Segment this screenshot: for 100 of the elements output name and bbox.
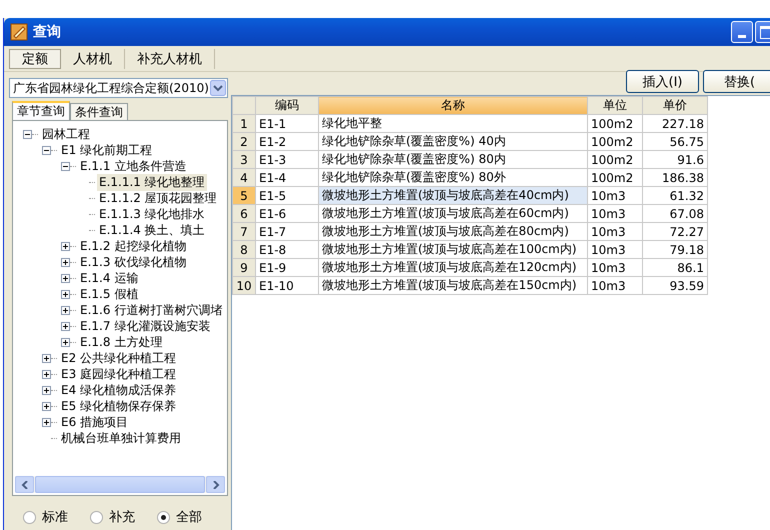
tab[interactable]: 章节查询 (12, 101, 70, 120)
expand-toggle-icon[interactable] (61, 258, 70, 266)
table-cell: 绿化地铲除杂草(覆盖密度%) 80内 (318, 150, 588, 168)
table-cell: E1-8 (256, 240, 318, 258)
table-cell: 56.75 (642, 132, 708, 150)
expand-toggle-icon[interactable] (61, 162, 70, 170)
radio-button[interactable] (23, 510, 36, 524)
app-icon (10, 23, 28, 41)
table-cell: 10m3 (588, 222, 642, 240)
expand-toggle-icon[interactable] (42, 386, 51, 394)
scroll-right-button[interactable] (206, 476, 225, 493)
radio-label[interactable]: 补充 (109, 508, 135, 526)
action-button[interactable]: 插入(I) (626, 70, 699, 93)
tree-item[interactable]: E5 绿化植物保存保养 (59, 398, 178, 414)
row-number[interactable]: 6 (232, 204, 256, 222)
radio-button[interactable] (90, 510, 103, 524)
table-cell: 10m3 (588, 204, 642, 222)
tree-item[interactable]: 园林工程 (40, 126, 92, 142)
tree-item[interactable]: E.1.1.2 屋顶花园整理 (97, 190, 219, 206)
expand-toggle-icon[interactable] (42, 370, 51, 378)
tree-item[interactable]: E.1.1.4 换土、填土 (97, 222, 207, 238)
tree-item[interactable]: E6 措施项目 (59, 414, 130, 430)
row-number[interactable]: 9 (232, 258, 256, 276)
table-cell: 227.18 (642, 114, 708, 132)
row-number[interactable]: 10 (232, 276, 256, 294)
expand-toggle-icon[interactable] (61, 338, 70, 346)
row-number[interactable]: 4 (232, 168, 256, 186)
table-cell: E1-3 (256, 150, 318, 168)
expand-toggle-icon[interactable] (61, 290, 70, 298)
tree-item[interactable]: E.1.1.3 绿化地排水 (97, 206, 207, 222)
tab[interactable]: 定额 (9, 49, 61, 69)
tree-item[interactable]: E.1.5 假植 (78, 286, 140, 302)
tab[interactable]: 条件查询 (70, 103, 128, 120)
action-button[interactable]: 替换( (703, 70, 770, 93)
tree-item[interactable]: E.1.7 绿化灌溉设施安装 (78, 318, 212, 334)
table-cell: 79.18 (642, 240, 708, 258)
tree-item[interactable]: E.1.3 砍伐绿化植物 (78, 254, 188, 270)
radio-button[interactable] (157, 510, 170, 524)
row-number[interactable]: 8 (232, 240, 256, 258)
table-cell: 10m3 (588, 186, 642, 204)
expand-toggle-icon[interactable] (42, 354, 51, 362)
tree-item[interactable]: E3 庭园绿化种植工程 (59, 366, 178, 382)
dropdown[interactable]: 广东省园林绿化工程综合定额(2010) (9, 78, 228, 98)
table-cell: 91.6 (642, 150, 708, 168)
tree-item[interactable]: E4 绿化植物成活保养 (59, 382, 178, 398)
expand-toggle-icon[interactable] (42, 146, 51, 154)
table-cell: 微坡地形土方堆置(坡顶与坡底高差在150cm内) (318, 276, 588, 294)
tab[interactable]: 人材机 (61, 49, 125, 69)
table-cell: E1-4 (256, 168, 318, 186)
tree-item[interactable]: E1 绿化前期工程 (59, 142, 154, 158)
tree-item[interactable]: E.1.8 土方处理 (78, 334, 164, 350)
horizontal-scrollbar[interactable] (15, 476, 225, 493)
expand-toggle-icon[interactable] (61, 274, 70, 282)
tab[interactable]: 补充人材机 (125, 49, 215, 69)
column-header[interactable]: 名称 (318, 96, 588, 114)
row-number[interactable]: 5 (232, 186, 256, 204)
table-cell: E1-1 (256, 114, 318, 132)
column-header[interactable]: 单位 (588, 96, 642, 114)
scroll-thumb[interactable] (35, 476, 205, 493)
minimize-button[interactable] (731, 21, 753, 43)
table-cell: 100m2 (588, 132, 642, 150)
table-cell: 10m3 (588, 258, 642, 276)
column-header[interactable]: 编码 (256, 96, 318, 114)
tree-item[interactable]: 机械台班单独计算费用 (59, 430, 183, 446)
table-cell: 61.32 (642, 186, 708, 204)
table-cell: 10m3 (588, 240, 642, 258)
table-cell: 72.27 (642, 222, 708, 240)
tree-item[interactable]: E.1.1.1 绿化地整理 (97, 174, 207, 190)
tree-item[interactable]: E.1.2 起挖绿化植物 (78, 238, 188, 254)
table-cell: 微坡地形土方堆置(坡顶与坡底高差在60cm内) (318, 204, 588, 222)
tree-item[interactable]: E2 公共绿化种植工程 (59, 350, 178, 366)
expand-toggle-icon[interactable] (42, 402, 51, 410)
table-cell: E1-10 (256, 276, 318, 294)
table-cell: 绿化地平整 (318, 114, 588, 132)
expand-toggle-icon[interactable] (61, 322, 70, 330)
tree-item[interactable]: E.1.6 行道树打凿树穴调堵 (78, 302, 224, 318)
radio-label[interactable]: 全部 (176, 508, 202, 526)
table-cell: E1-2 (256, 132, 318, 150)
radio-label[interactable]: 标准 (42, 508, 68, 526)
tree-item[interactable]: E.1.4 运输 (78, 270, 140, 286)
table-cell: 100m2 (588, 114, 642, 132)
row-number[interactable]: 2 (232, 132, 256, 150)
scroll-left-button[interactable] (15, 476, 34, 493)
tree-item[interactable]: E.1.1 立地条件营造 (78, 158, 188, 174)
expand-toggle-icon[interactable] (42, 418, 51, 426)
table-cell: 100m2 (588, 150, 642, 168)
table-cell: 93.59 (642, 276, 708, 294)
table-cell: 微坡地形土方堆置(坡顶与坡底高差在40cm内) (318, 186, 588, 204)
expand-toggle-icon[interactable] (61, 306, 70, 314)
table-cell: 86.1 (642, 258, 708, 276)
row-number[interactable]: 7 (232, 222, 256, 240)
table-cell: 186.38 (642, 168, 708, 186)
expand-toggle-icon[interactable] (61, 242, 70, 250)
expand-toggle-icon[interactable] (23, 130, 32, 138)
table-cell: 67.08 (642, 204, 708, 222)
table-cell: 绿化地铲除杂草(覆盖密度%) 40内 (318, 132, 588, 150)
column-header[interactable]: 单价 (642, 96, 708, 114)
table-cell: 微坡地形土方堆置(坡顶与坡底高差在120cm内) (318, 258, 588, 276)
row-number[interactable]: 3 (232, 150, 256, 168)
row-number[interactable]: 1 (232, 114, 256, 132)
